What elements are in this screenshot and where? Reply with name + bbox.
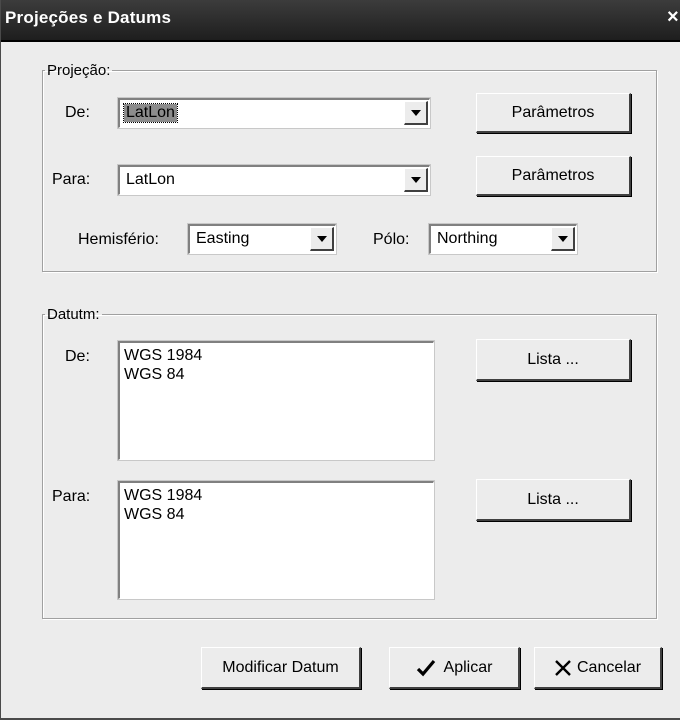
cancel-label: Cancelar <box>576 658 642 676</box>
chevron-down-icon <box>411 177 421 183</box>
datum-to-label: Para: <box>52 488 91 505</box>
apply-label: Aplicar <box>443 658 493 676</box>
projection-to-select[interactable]: LatLon <box>117 164 431 196</box>
projection-to-params-button[interactable]: Parâmetros <box>476 156 631 196</box>
datum-legend: Datutm: <box>47 306 100 323</box>
title-bar[interactable]: Projeções e Datums × <box>1 0 680 42</box>
list-item[interactable]: WGS 84 <box>124 365 429 384</box>
projection-from-value: LatLon <box>123 103 178 123</box>
x-cross-icon <box>554 659 572 677</box>
projection-legend: Projeção: <box>47 62 111 79</box>
pole-dropdown-button[interactable] <box>551 227 575 251</box>
chevron-down-icon <box>558 236 568 242</box>
hemisphere-dropdown-button[interactable] <box>310 227 334 251</box>
modify-datum-button[interactable]: Modificar Datum <box>201 647 361 689</box>
datum-to-list-button[interactable]: Lista ... <box>476 479 631 521</box>
projection-to-value: LatLon <box>126 171 175 188</box>
apply-button[interactable]: Aplicar <box>389 647 520 689</box>
chevron-down-icon <box>317 236 327 242</box>
projection-from-select[interactable]: LatLon <box>117 97 431 129</box>
datum-from-label: De: <box>65 348 90 365</box>
datum-from-listbox[interactable]: WGS 1984 WGS 84 <box>117 340 435 461</box>
projection-from-params-button[interactable]: Parâmetros <box>476 93 631 133</box>
hemisphere-select[interactable]: Easting <box>187 223 337 255</box>
close-icon[interactable]: × <box>667 6 680 29</box>
dialog-window: Projeções e Datums × Projeção: De: LatLo… <box>0 0 680 720</box>
projection-from-dropdown-button[interactable] <box>404 101 428 125</box>
list-item[interactable]: WGS 84 <box>124 505 429 524</box>
datum-from-list-button[interactable]: Lista ... <box>476 339 631 381</box>
pole-value: Northing <box>437 230 498 247</box>
list-item[interactable]: WGS 1984 <box>124 486 429 505</box>
hemisphere-value: Easting <box>196 230 250 247</box>
cancel-button[interactable]: Cancelar <box>534 647 662 689</box>
checkmark-icon <box>416 659 436 677</box>
projection-from-label: De: <box>65 104 90 121</box>
chevron-down-icon <box>411 110 421 116</box>
hemisphere-label: Hemisfério: <box>78 231 159 248</box>
pole-label: Pólo: <box>373 231 410 248</box>
datum-to-listbox[interactable]: WGS 1984 WGS 84 <box>117 480 435 600</box>
pole-select[interactable]: Northing <box>428 223 578 255</box>
list-item[interactable]: WGS 1984 <box>124 346 429 365</box>
window-title: Projeções e Datums <box>5 8 172 27</box>
projection-to-label: Para: <box>52 171 91 188</box>
projection-to-dropdown-button[interactable] <box>404 168 428 192</box>
